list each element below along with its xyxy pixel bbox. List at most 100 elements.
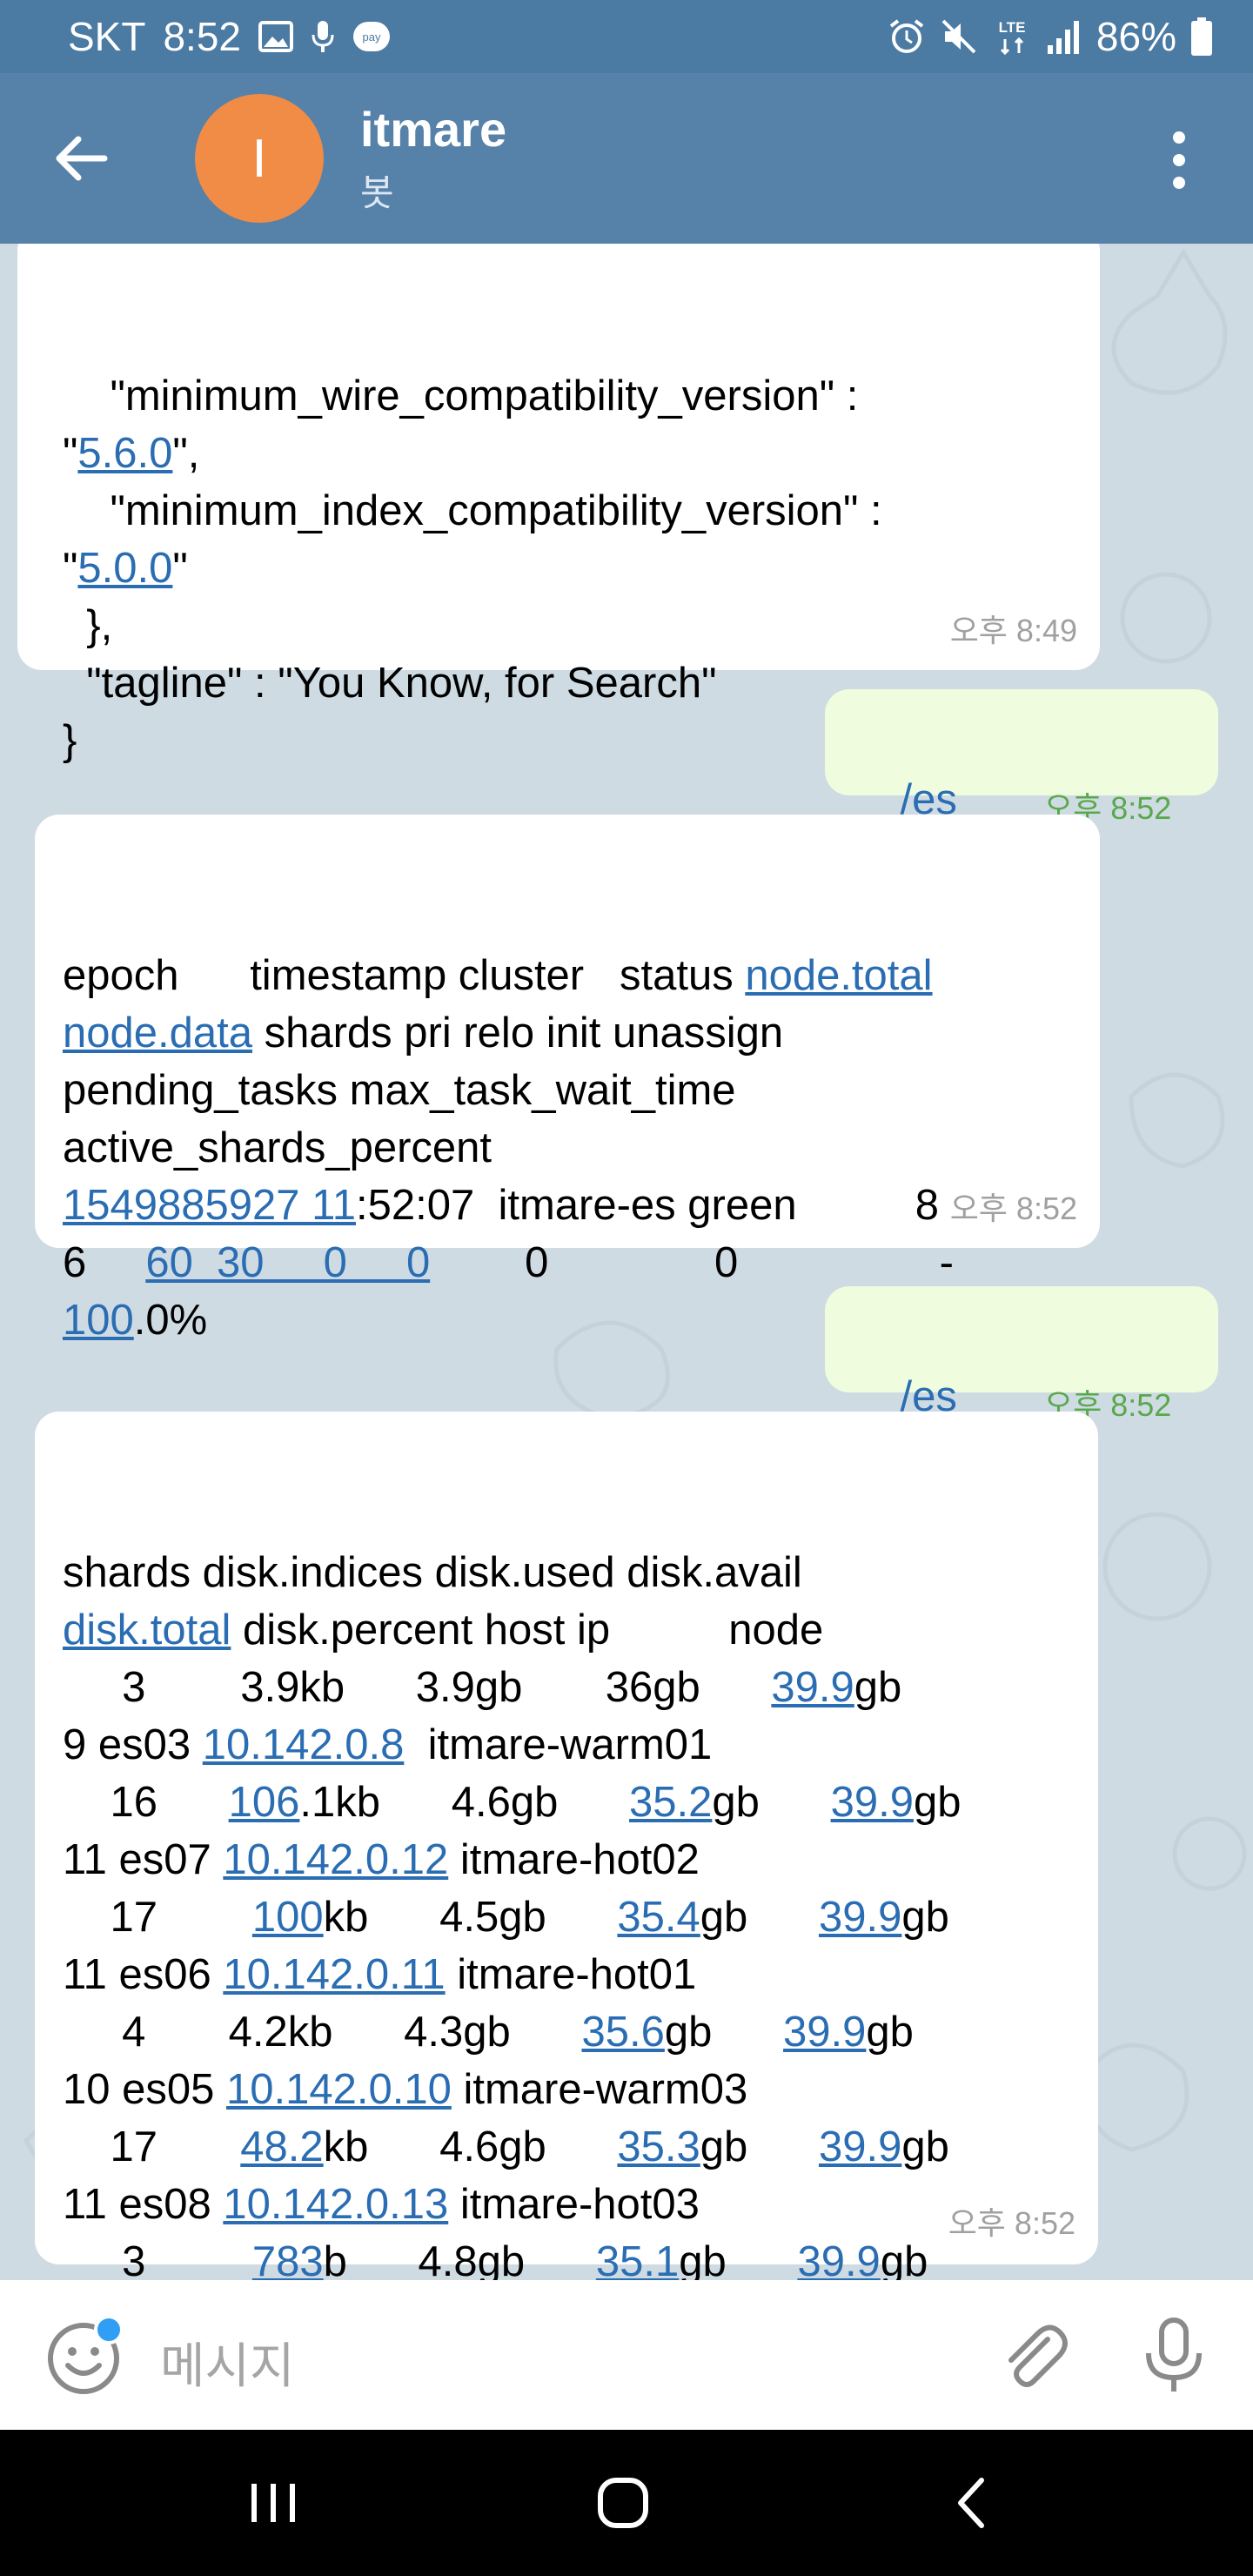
avatar-letter: I — [251, 128, 267, 189]
recent-apps-icon — [251, 2484, 295, 2522]
message-line: epoch timestamp cluster status node.tota… — [63, 947, 1100, 1004]
home-button[interactable] — [588, 2475, 658, 2531]
inline-link[interactable]: 39.9 — [783, 2009, 866, 2056]
message-line: 11 es08 10.142.0.13 itmare-hot03 — [63, 2176, 1098, 2233]
text-segment: shards pri relo init unassign — [252, 1010, 784, 1057]
inline-link[interactable]: 60 30 0 0 — [145, 1239, 430, 1286]
inline-link[interactable]: 39.9 — [831, 1779, 914, 1826]
inline-link[interactable]: disk.total — [63, 1607, 231, 1654]
text-segment: .0% — [133, 1297, 208, 1344]
text-segment: gb — [901, 2123, 949, 2170]
text-segment: " — [63, 545, 78, 592]
inline-link[interactable]: 39.9 — [797, 2238, 880, 2280]
image-icon — [258, 21, 293, 52]
system-navigation-bar — [0, 2430, 1253, 2576]
composer: 메시지 — [0, 2280, 1253, 2430]
text-segment: .1kb 4.6gb — [299, 1779, 630, 1826]
nav-back-button[interactable] — [938, 2475, 1008, 2531]
text-segment: 3 — [63, 2238, 252, 2280]
message-line: node.data shards pri relo init unassign — [63, 1004, 1100, 1062]
lte-icon: LTE — [992, 17, 1032, 57]
inline-link[interactable]: 10.142.0.10 — [226, 2066, 452, 2113]
text-segment: ", — [172, 430, 200, 477]
inline-link[interactable]: 35.3 — [617, 2123, 700, 2170]
pay-icon: pay — [352, 21, 391, 52]
text-segment: gb — [700, 2123, 819, 2170]
inline-link[interactable]: 1549885927 11 — [63, 1182, 356, 1229]
text-segment: 6 — [63, 1239, 146, 1286]
text-segment: itmare-warm01 — [404, 1721, 713, 1768]
text-segment: 17 — [63, 2123, 241, 2170]
message-line: 16 106.1kb 4.6gb 35.2gb 39.9gb — [63, 1774, 1098, 1831]
text-segment: 0 0 - — [430, 1239, 954, 1286]
message-line: disk.total disk.percent host ip node — [63, 1601, 1098, 1659]
inline-link[interactable]: 39.9 — [819, 2123, 901, 2170]
text-segment: gb — [664, 2009, 784, 2056]
status-bar: SKT 8:52 pay LTE 86% — [0, 0, 1253, 73]
incoming-message[interactable]: shards disk.indices disk.used disk.avail… — [35, 1412, 1098, 2280]
inline-link[interactable]: node.total — [745, 952, 932, 999]
message-line: 11 es07 10.142.0.12 itmare-hot02 — [63, 1831, 1098, 1888]
inline-link[interactable]: 35.4 — [617, 1894, 700, 1941]
message-line: "minimum_wire_compatibility_version" : — [63, 367, 1100, 425]
message-line: shards disk.indices disk.used disk.avail — [63, 1544, 1098, 1601]
message-line: "5.0.0" — [63, 540, 1100, 597]
home-icon — [598, 2478, 648, 2528]
message-line: }, — [63, 597, 1100, 654]
inline-link[interactable]: 10.142.0.8 — [203, 1721, 405, 1768]
kebab-menu-icon — [1173, 131, 1185, 189]
inline-link[interactable]: 35.2 — [629, 1779, 712, 1826]
text-segment: gb — [913, 1779, 962, 1826]
incoming-message[interactable]: "minimum_wire_compatibility_version" : "5… — [17, 244, 1100, 764]
carrier-label: SKT — [68, 14, 146, 59]
incoming-message[interactable]: epoch timestamp cluster status node.tota… — [35, 815, 1100, 1344]
inline-link[interactable]: 100 — [63, 1297, 134, 1344]
inline-link[interactable]: 35.1 — [596, 2238, 679, 2280]
inline-link[interactable]: 10.142.0.12 — [223, 1836, 448, 1883]
attach-button[interactable] — [997, 2320, 1070, 2393]
inline-link[interactable]: 35.6 — [581, 2009, 664, 2056]
inline-link[interactable]: 48.2 — [240, 2123, 323, 2170]
paperclip-icon — [1008, 2324, 1068, 2387]
message-input[interactable]: 메시지 — [160, 2327, 295, 2398]
text-segment: shards disk.indices disk.used disk.avail — [63, 1549, 802, 1596]
voice-record-button[interactable] — [1140, 2317, 1208, 2395]
back-icon — [958, 2478, 984, 2528]
inline-link[interactable]: 10.142.0.11 — [223, 1951, 445, 1998]
text-segment: epoch timestamp cluster status — [63, 952, 746, 999]
text-segment: 11 es06 — [63, 1951, 224, 1998]
outgoing-message[interactable]: /es d 오후 8:52 — [825, 1286, 1218, 1478]
text-segment: gb — [700, 1894, 819, 1941]
inline-link[interactable]: 39.9 — [771, 1664, 854, 1711]
inline-link[interactable]: 5.0.0 — [77, 545, 172, 592]
inline-link[interactable]: node.data — [63, 1010, 252, 1057]
alarm-icon — [888, 17, 926, 56]
more-menu-button[interactable] — [1157, 125, 1201, 195]
message-line: 3 3.9kb 3.9gb 36gb 39.9gb — [63, 1659, 1098, 1716]
inline-link[interactable]: 100 — [252, 1894, 324, 1941]
chat-title[interactable]: itmare — [360, 101, 506, 158]
message-list[interactable]: "minimum_wire_compatibility_version" : "5… — [0, 244, 1253, 2280]
back-button[interactable] — [50, 127, 113, 190]
text-segment: "minimum_wire_compatibility_version" : — [63, 372, 859, 419]
outgoing-message[interactable]: /es h 오후 8:52 — [825, 689, 1218, 881]
recent-apps-button[interactable] — [238, 2475, 308, 2531]
inline-link[interactable]: 106 — [229, 1779, 300, 1826]
text-segment: itmare-hot01 — [445, 1951, 697, 1998]
inline-link[interactable]: 783 — [252, 2238, 324, 2280]
notification-dot — [94, 2315, 124, 2345]
text-segment: pending_tasks max_task_wait_time — [63, 1067, 736, 1114]
message-time: 오후 8:52 — [949, 1191, 1077, 1226]
inline-link[interactable]: 10.142.0.13 — [223, 2181, 448, 2228]
inline-link[interactable]: 39.9 — [819, 1894, 901, 1941]
message-line: 17 100kb 4.5gb 35.4gb 39.9gb — [63, 1888, 1098, 1946]
text-segment: kb 4.6gb — [323, 2123, 618, 2170]
text-segment: active_shards_percent — [63, 1124, 492, 1171]
message-time: 오후 8:52 — [948, 2205, 1075, 2241]
text-segment: gb — [854, 1664, 902, 1711]
message-line: 10 es05 10.142.0.10 itmare-warm03 — [63, 2061, 1098, 2118]
avatar[interactable]: I — [195, 94, 324, 223]
inline-link[interactable]: 5.6.0 — [77, 430, 172, 477]
text-segment: " — [172, 545, 188, 592]
text-segment: itmare-warm03 — [451, 2066, 748, 2113]
